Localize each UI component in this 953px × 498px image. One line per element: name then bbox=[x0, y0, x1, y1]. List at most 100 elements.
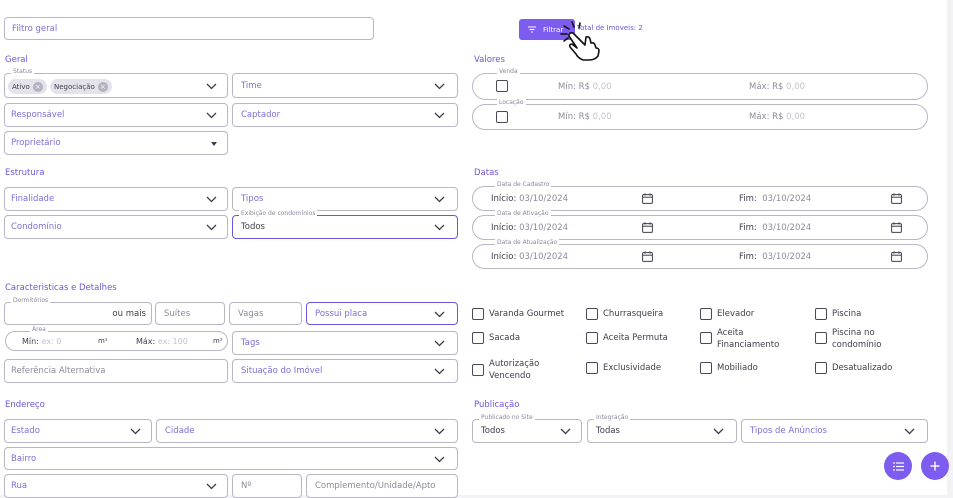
finalidade-select[interactable]: Finalidade bbox=[4, 187, 228, 211]
label-churrasqueira: Churrasqueira bbox=[603, 309, 664, 319]
integracao-value: Todas bbox=[596, 426, 620, 436]
label-piscina-condominio: Piscina no condomínio bbox=[832, 328, 882, 350]
checkbox-elevador[interactable] bbox=[700, 308, 712, 320]
ou-mais-label: ou mais bbox=[112, 308, 146, 319]
inicio-value: 03/10/2024 bbox=[519, 193, 569, 204]
vagas-input[interactable]: Vagas bbox=[229, 302, 302, 325]
pointer-hand-icon bbox=[560, 21, 600, 61]
area-min[interactable]: Mín: ex: 0 bbox=[22, 332, 61, 350]
data-cadastro-inicio[interactable]: Início: 03/10/2024 bbox=[491, 187, 568, 210]
referencia-alternativa-input[interactable]: Referência Alternativa bbox=[4, 359, 228, 383]
locacao-min[interactable]: Mín: R$ 0,00 bbox=[558, 105, 612, 129]
calendar-icon[interactable] bbox=[642, 251, 653, 262]
captador-select[interactable]: Captador bbox=[232, 103, 458, 127]
status-chip-negociacao[interactable]: Negociação × bbox=[50, 79, 112, 94]
general-filter-input[interactable]: Filtro geral bbox=[4, 17, 374, 40]
possui-placa-select[interactable]: Possui placa bbox=[306, 302, 458, 325]
checkbox-autorizacao-vencendo[interactable] bbox=[472, 364, 484, 376]
status-chip-label: Negociação bbox=[54, 82, 95, 91]
tipos-anuncios-select[interactable]: Tipos de Anúncios bbox=[741, 419, 928, 443]
venda-min[interactable]: Mín: R$ 0,00 bbox=[558, 74, 612, 99]
inicio-label: Início: bbox=[491, 222, 517, 233]
venda-max[interactable]: Máx: R$ 0,00 bbox=[749, 74, 805, 99]
section-title-caracteristicas: Caracteristicas e Detalhes bbox=[5, 283, 117, 293]
suites-placeholder: Suítes bbox=[164, 308, 191, 319]
status-label: Status bbox=[11, 68, 35, 76]
data-ativacao-fim[interactable]: Fim: 03/10/2024 bbox=[739, 216, 811, 239]
condominio-select[interactable]: Condomínio bbox=[4, 215, 228, 239]
data-cadastro-fim[interactable]: Fim: 03/10/2024 bbox=[739, 187, 811, 210]
min-placeholder: 0,00 bbox=[592, 81, 612, 92]
chevron-down-icon bbox=[206, 483, 217, 490]
chevron-down-icon bbox=[434, 112, 445, 119]
checkbox-churrasqueira[interactable] bbox=[586, 308, 598, 320]
situacao-placeholder: Situação do Imóvel bbox=[241, 366, 323, 376]
time-select[interactable]: Time bbox=[232, 73, 458, 98]
bairro-select[interactable]: Bairro bbox=[4, 447, 458, 470]
calendar-icon[interactable] bbox=[891, 251, 902, 262]
label-varanda-gourmet: Varanda Gourmet bbox=[489, 309, 565, 319]
numero-input[interactable]: Nº bbox=[232, 474, 302, 498]
exibicao-condominios-select[interactable]: Exibição de condomínios Todos bbox=[232, 210, 458, 239]
calendar-icon[interactable] bbox=[891, 193, 902, 204]
locacao-checkbox[interactable] bbox=[496, 111, 508, 123]
checkbox-aceita-permuta[interactable] bbox=[586, 332, 598, 344]
tipos-select[interactable]: Tipos bbox=[232, 187, 458, 211]
checkbox-mobiliado[interactable] bbox=[700, 362, 712, 374]
chevron-down-icon bbox=[434, 428, 445, 435]
general-filter-placeholder: Filtro geral bbox=[12, 23, 58, 34]
checkbox-piscina-condominio[interactable] bbox=[815, 332, 827, 344]
situacao-imovel-select[interactable]: Situação do Imóvel bbox=[232, 359, 458, 383]
area-max[interactable]: Máx: ex: 100 bbox=[136, 332, 188, 350]
data-cadastro-range: Data de Cadastro Início: 03/10/2024 Fim:… bbox=[472, 181, 928, 211]
complemento-input[interactable]: Complemento/Unidade/Apto bbox=[306, 474, 458, 498]
data-atualizacao-fim[interactable]: Fim: 03/10/2024 bbox=[739, 245, 811, 268]
vagas-placeholder: Vagas bbox=[238, 308, 264, 319]
chevron-down-icon bbox=[434, 340, 445, 347]
rua-select[interactable]: Rua bbox=[4, 474, 228, 498]
label-aceita-permuta: Aceita Permuta bbox=[603, 333, 668, 343]
calendar-icon[interactable] bbox=[642, 193, 653, 204]
time-placeholder: Time bbox=[241, 80, 262, 91]
inicio-label: Início: bbox=[491, 251, 517, 262]
cidade-select[interactable]: Cidade bbox=[156, 419, 458, 443]
min-label: Mín: R$ bbox=[558, 81, 590, 92]
calendar-icon[interactable] bbox=[642, 222, 653, 233]
checkbox-varanda-gourmet[interactable] bbox=[472, 308, 484, 320]
locacao-max[interactable]: Máx: R$ 0,00 bbox=[749, 105, 805, 129]
chevron-down-icon bbox=[130, 428, 141, 435]
add-button[interactable] bbox=[921, 452, 949, 480]
publicado-site-select[interactable]: Publicado no Site Todos bbox=[472, 414, 582, 443]
label-piscina: Piscina bbox=[832, 309, 862, 319]
area-min-label: Mín: bbox=[22, 336, 39, 346]
complemento-placeholder: Complemento/Unidade/Apto bbox=[315, 481, 436, 491]
proprietario-select[interactable]: Proprietário bbox=[4, 131, 228, 155]
integracao-select[interactable]: Integração Todas bbox=[587, 414, 737, 443]
suites-input[interactable]: Suítes bbox=[155, 302, 225, 325]
list-view-button[interactable] bbox=[884, 452, 912, 480]
checkbox-piscina[interactable] bbox=[815, 308, 827, 320]
chevron-down-icon bbox=[434, 311, 445, 317]
tags-select[interactable]: Tags bbox=[232, 331, 458, 355]
finalidade-placeholder: Finalidade bbox=[11, 194, 55, 204]
checkbox-aceita-financiamento[interactable] bbox=[700, 332, 712, 344]
dormitorios-label: Dormitórios bbox=[11, 297, 51, 305]
status-select[interactable]: Status Ativo × Negociação × bbox=[4, 68, 228, 98]
checkbox-desatualizado[interactable] bbox=[815, 362, 827, 374]
captador-placeholder: Captador bbox=[241, 110, 281, 120]
fim-value: 03/10/2024 bbox=[762, 251, 812, 262]
venda-checkbox[interactable] bbox=[496, 80, 508, 92]
data-ativacao-inicio[interactable]: Início: 03/10/2024 bbox=[491, 216, 568, 239]
checkbox-exclusividade[interactable] bbox=[586, 362, 598, 374]
calendar-icon[interactable] bbox=[891, 222, 902, 233]
dormitorios-input[interactable]: Dormitórios ou mais bbox=[4, 297, 152, 325]
checkbox-sacada[interactable] bbox=[472, 332, 484, 344]
chevron-down-icon bbox=[206, 83, 217, 89]
status-chip-ativo[interactable]: Ativo × bbox=[8, 79, 47, 94]
responsavel-select[interactable]: Responsável bbox=[4, 103, 228, 127]
close-icon[interactable]: × bbox=[32, 81, 43, 92]
estado-select[interactable]: Estado bbox=[4, 419, 152, 443]
area-range: Área Mín: ex: 0 m² Máx: ex: 100 m² bbox=[5, 326, 228, 351]
data-atualizacao-inicio[interactable]: Início: 03/10/2024 bbox=[491, 245, 568, 268]
close-icon[interactable]: × bbox=[97, 81, 108, 92]
